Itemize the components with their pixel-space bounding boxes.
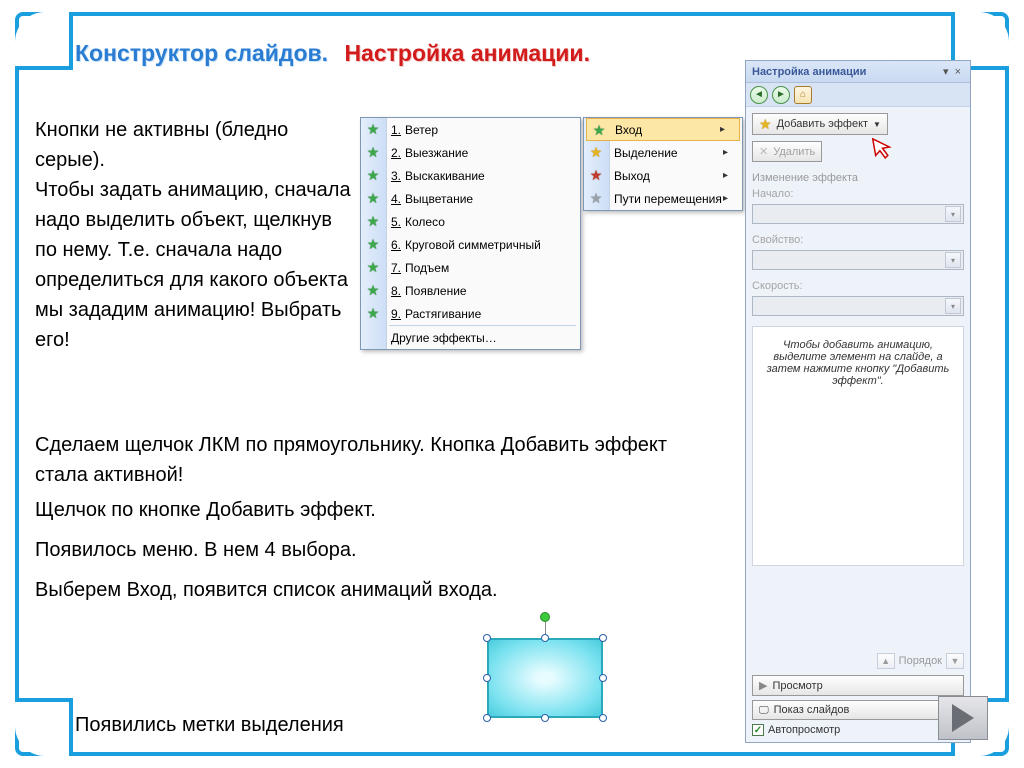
paragraph-2: Сделаем щелчок ЛКМ по прямоугольнику. Кн… xyxy=(35,430,695,490)
combo-start[interactable]: ▾ xyxy=(752,204,964,224)
play-triangle-icon xyxy=(952,704,974,732)
nav-home-icon[interactable]: ⌂ xyxy=(794,86,812,104)
pane-nav: ◄ ► ⌂ xyxy=(746,83,970,107)
menu-item-effect[interactable]: ★3.Выскакивание xyxy=(361,164,580,187)
next-slide-button[interactable] xyxy=(938,696,988,740)
screen-icon: 🖵 xyxy=(759,705,769,716)
order-row: ▲ Порядок ▼ xyxy=(752,653,964,669)
label-property: Свойство: xyxy=(752,234,964,246)
order-down-icon[interactable]: ▼ xyxy=(946,653,964,669)
selected-shape[interactable] xyxy=(475,630,615,730)
nav-back-icon[interactable]: ◄ xyxy=(750,86,768,104)
menu-item-effect[interactable]: ★5.Колесо xyxy=(361,210,580,233)
resize-handle[interactable] xyxy=(541,634,549,642)
delete-button: ✕ Удалить xyxy=(752,141,822,162)
menu-item-category[interactable]: ★Пути перемещения▸ xyxy=(584,187,742,210)
checkbox-checked-icon[interactable]: ✓ xyxy=(752,724,764,736)
slideshow-button[interactable]: 🖵 Показ слайдов xyxy=(752,700,964,720)
preview-button[interactable]: ▶ Просмотр xyxy=(752,675,964,696)
autoview-label: Автопросмотр xyxy=(768,724,840,736)
add-effect-menu: ★Вход▸★Выделение▸★Выход▸★Пути перемещени… xyxy=(583,117,743,211)
resize-handle[interactable] xyxy=(483,714,491,722)
autoview-row[interactable]: ✓ Автопросмотр xyxy=(752,724,964,736)
menu-item-effect[interactable]: ★6.Круговой симметричный xyxy=(361,233,580,256)
combo-property[interactable]: ▾ xyxy=(752,250,964,270)
add-effect-button[interactable]: ★ Добавить эффект ▼ xyxy=(752,113,888,135)
resize-handle[interactable] xyxy=(599,714,607,722)
menu-item-effect[interactable]: ★1.Ветер xyxy=(361,118,580,141)
rotation-handle[interactable] xyxy=(540,612,550,622)
menu-item-category[interactable]: ★Выделение▸ xyxy=(584,141,742,164)
pane-menu-caret-icon[interactable]: ▾ xyxy=(940,65,952,78)
paragraph-6: Появились метки выделения xyxy=(75,710,475,740)
resize-handle[interactable] xyxy=(599,674,607,682)
delete-icon: ✕ xyxy=(759,145,768,158)
resize-handle[interactable] xyxy=(483,634,491,642)
close-icon[interactable]: × xyxy=(952,66,964,78)
menu-item-category[interactable]: ★Вход▸ xyxy=(586,118,740,141)
combo-speed[interactable]: ▾ xyxy=(752,296,964,316)
resize-handle[interactable] xyxy=(541,714,549,722)
menu-item-category[interactable]: ★Выход▸ xyxy=(584,164,742,187)
pane-hint: Чтобы добавить анимацию, выделите элемен… xyxy=(752,326,964,566)
page-title: Конструктор слайдов. Настройка анимации. xyxy=(75,40,590,67)
resize-handle[interactable] xyxy=(483,674,491,682)
paragraph-1: Кнопки не активны (бледно серые). Чтобы … xyxy=(35,115,355,355)
effects-submenu: ★1.Ветер★2.Выезжание★3.Выскакивание★4.Вы… xyxy=(360,117,581,350)
menu-item-effect[interactable]: ★2.Выезжание xyxy=(361,141,580,164)
order-up-icon[interactable]: ▲ xyxy=(877,653,895,669)
menu-item-effect[interactable]: ★7.Подъем xyxy=(361,256,580,279)
animation-pane: Настройка анимации ▾ × ◄ ► ⌂ ★ Добавить … xyxy=(745,60,971,743)
menu-item-effect[interactable]: ★9.Растягивание xyxy=(361,302,580,325)
pane-header: Настройка анимации ▾ × xyxy=(746,61,970,83)
section-change-effect: Изменение эффекта xyxy=(752,172,964,184)
nav-forward-icon[interactable]: ► xyxy=(772,86,790,104)
star-icon: ★ xyxy=(759,117,772,131)
caret-down-icon: ▼ xyxy=(873,120,881,129)
menu-item-other-effects[interactable]: Другие эффекты… xyxy=(361,326,580,349)
paragraph-3: Щелчок по кнопке Добавить эффект. xyxy=(35,495,695,525)
menu-item-effect[interactable]: ★8.Появление xyxy=(361,279,580,302)
play-icon: ▶ xyxy=(759,679,767,692)
rectangle-shape[interactable] xyxy=(487,638,603,718)
resize-handle[interactable] xyxy=(599,634,607,642)
paragraph-5: Выберем Вход, появится список анимаций в… xyxy=(35,575,695,605)
label-speed: Скорость: xyxy=(752,280,964,292)
pane-title: Настройка анимации xyxy=(752,66,940,78)
paragraph-4: Появилось меню. В нем 4 выбора. xyxy=(35,535,695,565)
label-start: Начало: xyxy=(752,188,964,200)
menu-item-effect[interactable]: ★4.Выцветание xyxy=(361,187,580,210)
